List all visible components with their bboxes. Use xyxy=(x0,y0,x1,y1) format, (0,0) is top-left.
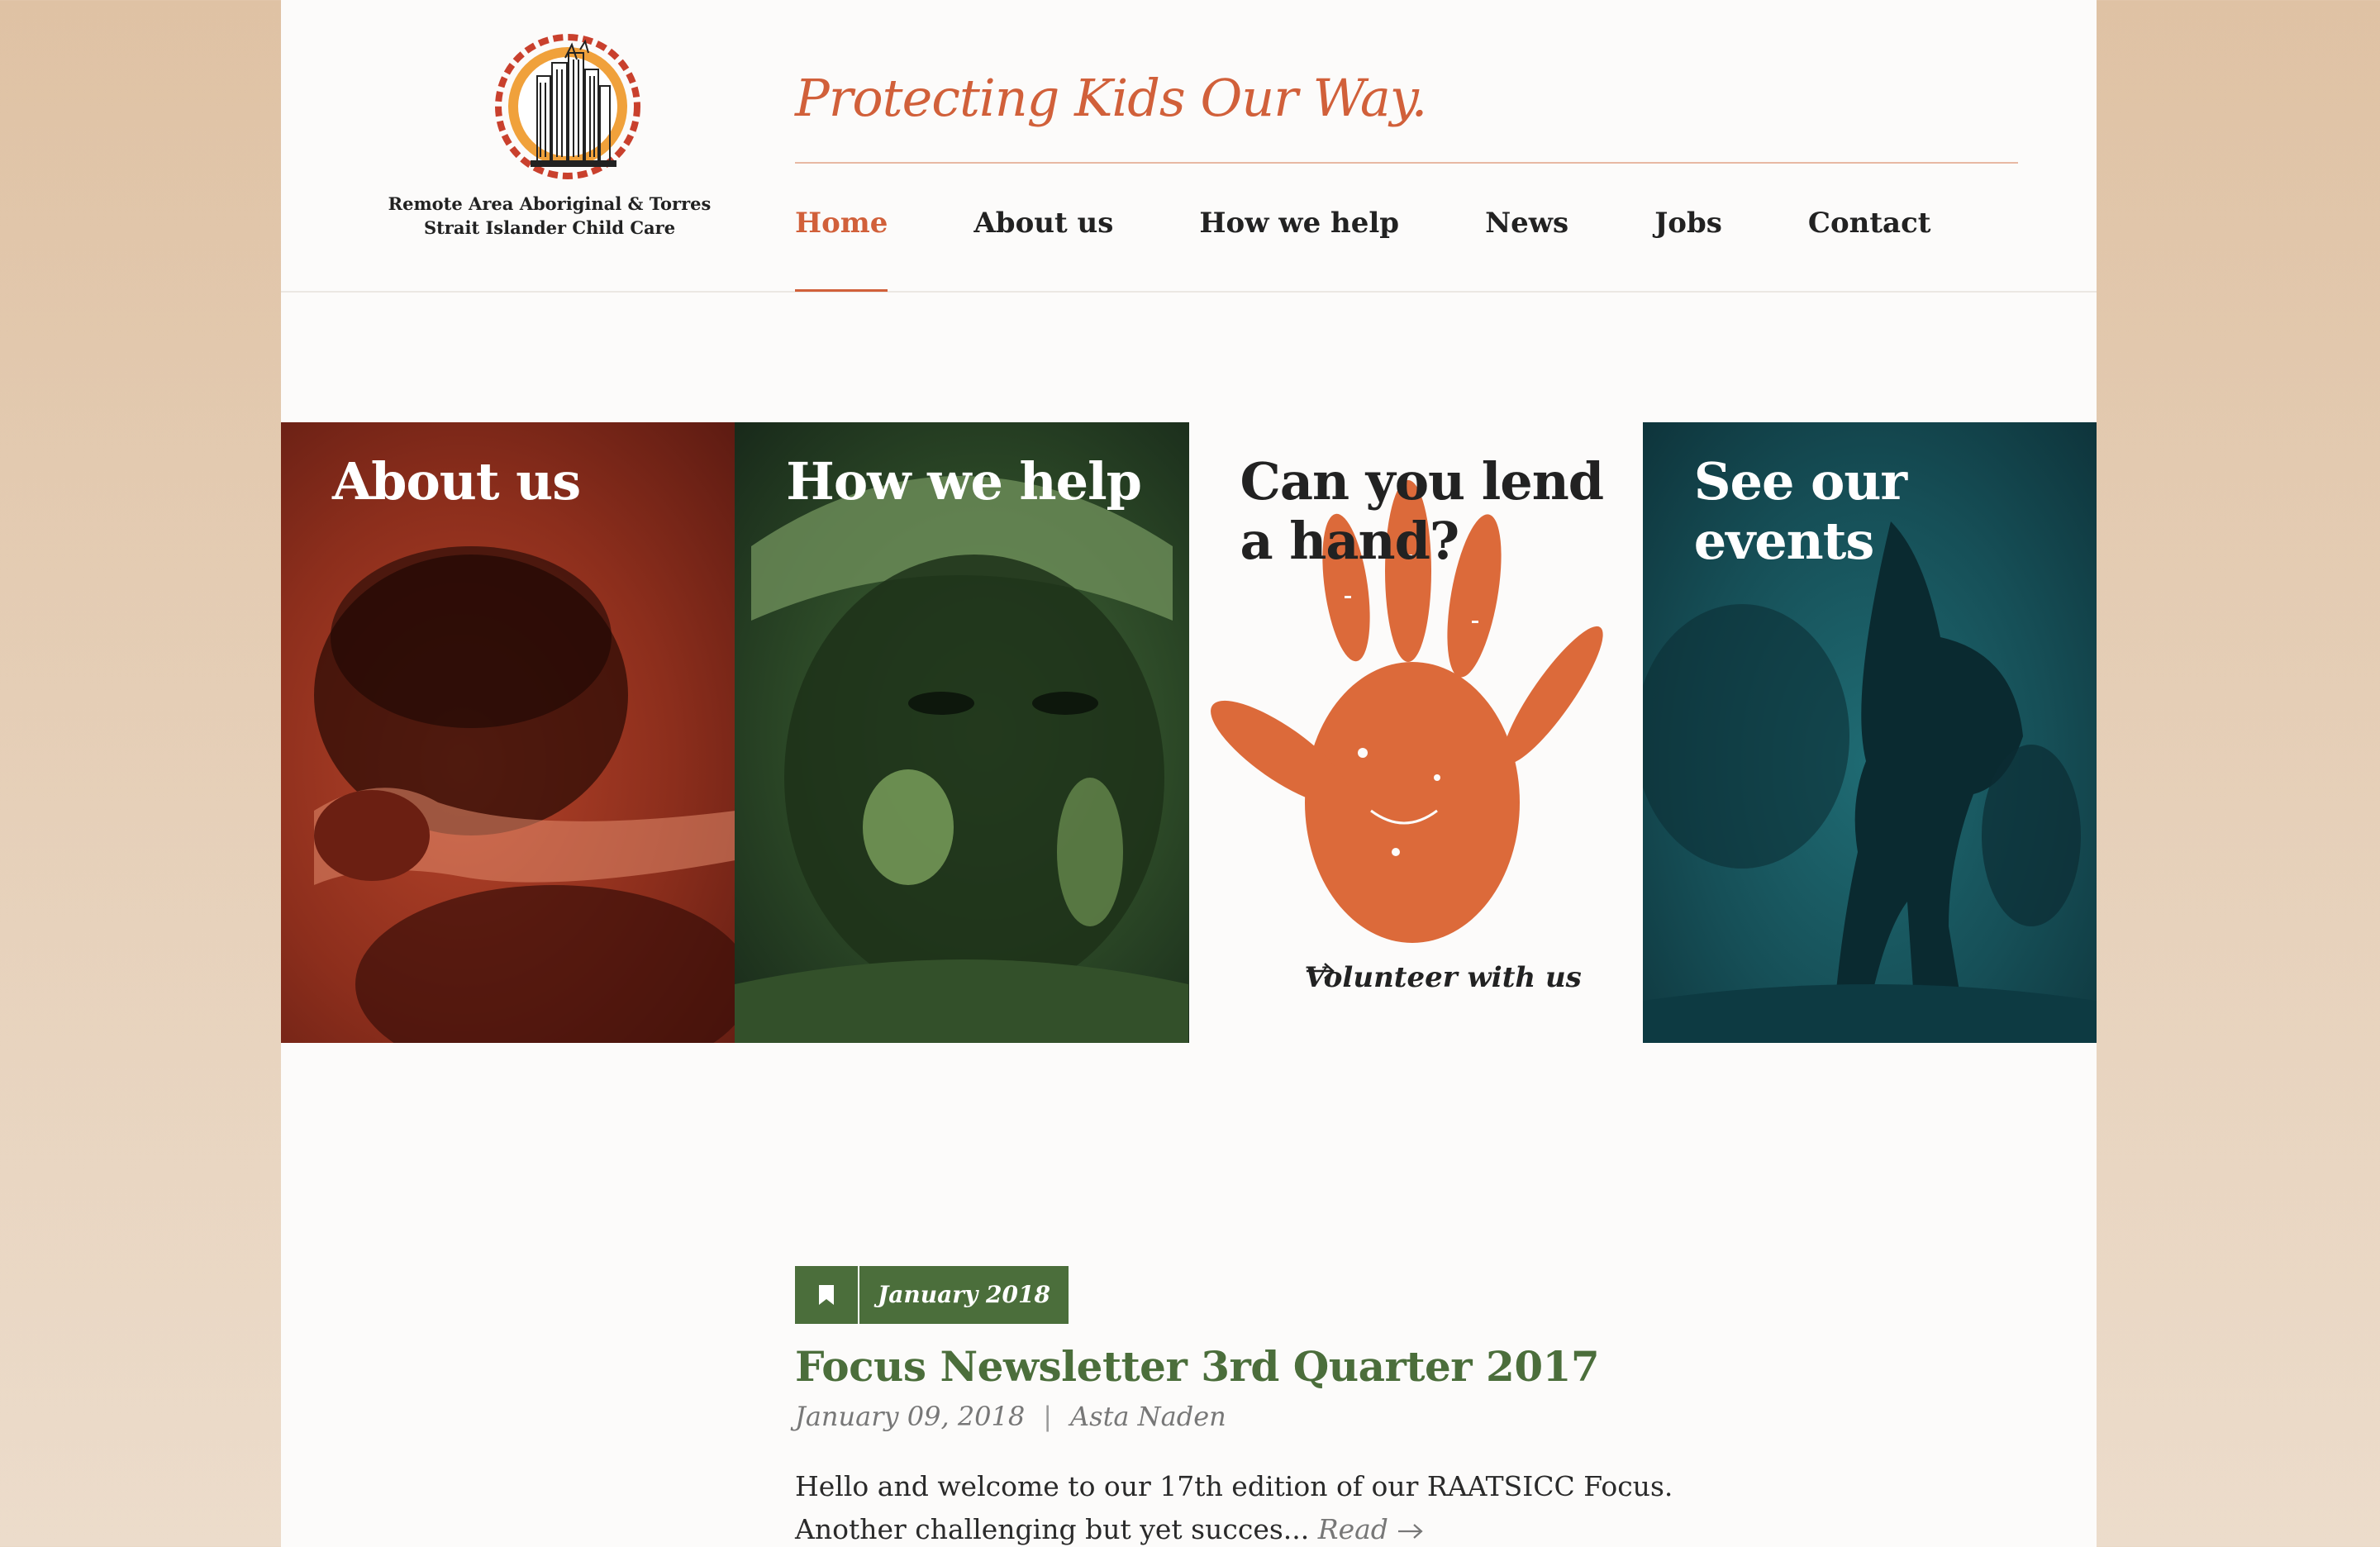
feature-tiles: About us How we help Can you lend a hand… xyxy=(281,422,2097,1043)
tile-volunteer-title: Can you lend a hand? xyxy=(1240,451,1605,571)
tile-events[interactable]: See our events xyxy=(1642,422,2097,1043)
nav-item-jobs[interactable]: Jobs xyxy=(1654,207,1722,293)
tile-how-we-help-title: How we help xyxy=(786,451,1142,512)
site-header: Remote Area Aboriginal & Torres Strait I… xyxy=(281,0,2097,293)
tile-about-photo xyxy=(314,546,735,1043)
tile-how-we-help[interactable]: How we help xyxy=(735,422,1189,1043)
tagline-divider xyxy=(795,162,2018,164)
nav-item-about[interactable]: About us xyxy=(973,207,1113,293)
read-more-link[interactable]: Read xyxy=(1318,1513,1426,1545)
post-excerpt: Hello and welcome to our 17th edition of… xyxy=(795,1465,1721,1547)
post-badge: January 2018 xyxy=(795,1266,1787,1324)
post-author[interactable]: Asta Naden xyxy=(1070,1401,1226,1432)
logo-text: Remote Area Aboriginal & Torres Strait I… xyxy=(388,193,712,238)
news-post: January 2018 Focus Newsletter 3rd Quarte… xyxy=(795,1266,1787,1547)
post-date: January 09, 2018 xyxy=(795,1401,1026,1432)
volunteer-link-label: Volunteer with us xyxy=(1304,961,1582,994)
bookmark-icon xyxy=(795,1266,858,1324)
tile-events-title: See our events xyxy=(1693,451,1907,571)
nav-item-how-we-help[interactable]: How we help xyxy=(1199,207,1399,293)
post-excerpt-text: Hello and welcome to our 17th edition of… xyxy=(795,1470,1673,1545)
tagline: Protecting Kids Our Way. xyxy=(795,68,1427,128)
volunteer-link[interactable]: Volunteer with us xyxy=(1305,961,1582,994)
post-meta-separator: | xyxy=(1043,1401,1053,1432)
main-nav: Home About us How we help News Jobs Cont… xyxy=(795,207,2017,293)
post-badge-date: January 2018 xyxy=(859,1266,1069,1324)
tile-volunteer[interactable]: Can you lend a hand? Volunteer with us xyxy=(1188,422,1643,1043)
nav-item-home[interactable]: Home xyxy=(795,207,888,293)
post-meta: January 09, 2018 | Asta Naden xyxy=(795,1401,1787,1432)
tile-about-us[interactable]: About us xyxy=(281,422,735,1043)
arrow-right-icon xyxy=(1398,1524,1424,1539)
post-title[interactable]: Focus Newsletter 3rd Quarter 2017 xyxy=(795,1342,1787,1391)
nav-item-contact[interactable]: Contact xyxy=(1808,207,1931,293)
logo-emblem-icon xyxy=(495,34,640,179)
nav-item-news[interactable]: News xyxy=(1485,207,1568,293)
tile-how-we-help-photo xyxy=(735,476,1189,1043)
page: Remote Area Aboriginal & Torres Strait I… xyxy=(281,0,2097,1547)
tile-about-us-title: About us xyxy=(332,451,581,512)
arrow-right-icon xyxy=(1306,963,1335,979)
site-logo[interactable]: Remote Area Aboriginal & Torres Strait I… xyxy=(380,33,719,248)
read-more-label: Read xyxy=(1317,1513,1388,1545)
